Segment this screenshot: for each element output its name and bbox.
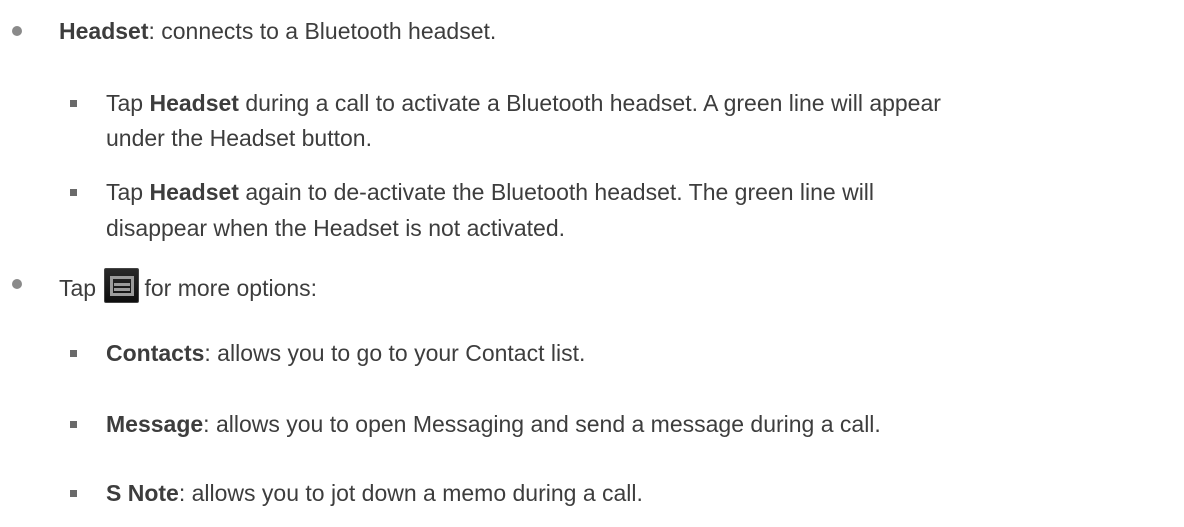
bullet-square (70, 100, 77, 107)
menu-icon (104, 268, 140, 303)
term-s-note: S Note (106, 480, 179, 506)
term-message: Message (106, 411, 204, 437)
item-pre: Tap (59, 275, 97, 301)
sub-text: Tap (106, 90, 150, 116)
sub-text: : allows you to go to your Contact list. (204, 340, 586, 366)
sub-item-deactivate-line1: Tap Headset again to de-activate the Blu… (106, 178, 874, 206)
bullet-square (70, 421, 77, 428)
list-item-more-options: Tap for more options: (59, 268, 317, 303)
bullet-square (70, 490, 77, 497)
bullet-dot (12, 279, 22, 289)
sub-text: : allows you to open Messaging and send … (203, 411, 881, 437)
sub-text: during a call to activate a Bluetooth he… (238, 90, 941, 116)
term-headset: Headset (59, 18, 149, 44)
item-post: for more options: (144, 275, 318, 301)
sub-item-activate-line1: Tap Headset during a call to activate a … (106, 89, 941, 117)
sub-item-s-note: S Note: allows you to jot down a memo du… (106, 479, 643, 507)
list-item-headset: Headset: connects to a Bluetooth headset… (59, 17, 496, 45)
bullet-square (70, 350, 77, 357)
sub-item-deactivate-line2: disappear when the Headset is not activa… (106, 215, 566, 241)
item-text: : connects to a Bluetooth headset. (148, 18, 497, 44)
bullet-square (70, 189, 77, 196)
sub-text: Tap (106, 179, 150, 205)
term-headset: Headset (149, 179, 239, 205)
sub-item-message: Message: allows you to open Messaging an… (106, 410, 881, 438)
sub-item-activate-line2: under the Headset button. (106, 125, 372, 151)
bullet-dot (12, 26, 22, 36)
sub-text: : allows you to jot down a memo during a… (178, 480, 643, 506)
term-contacts: Contacts (106, 340, 205, 366)
sub-item-contacts: Contacts: allows you to go to your Conta… (106, 339, 585, 367)
term-headset: Headset (149, 90, 239, 116)
sub-text: again to de-activate the Bluetooth heads… (238, 179, 875, 205)
